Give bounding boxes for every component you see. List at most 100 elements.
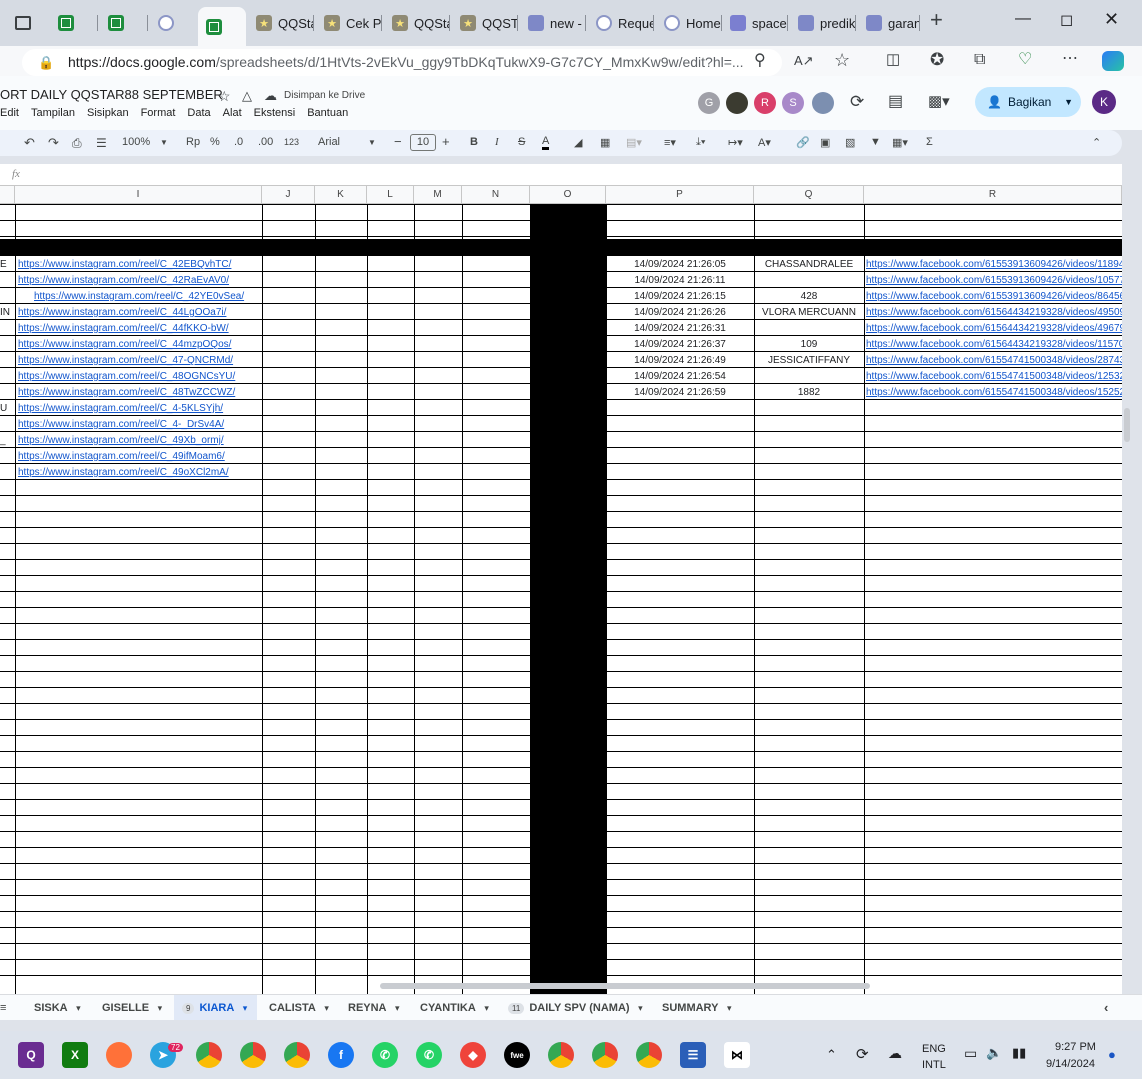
instagram-link-cell[interactable]: https://www.instagram.com/reel/C_47-QNCR… xyxy=(18,353,262,369)
timestamp-cell[interactable]: 14/09/2024 21:26:26 xyxy=(606,305,754,321)
timestamp-cell[interactable]: 14/09/2024 21:26:31 xyxy=(606,321,754,337)
browser-tab[interactable] xyxy=(150,7,196,39)
facebook-link-cell[interactable] xyxy=(866,417,1122,433)
timestamp-cell[interactable]: 14/09/2024 21:26:11 xyxy=(606,273,754,289)
bold-icon[interactable]: B xyxy=(470,136,478,148)
facebook-link-cell[interactable]: https://www.facebook.com/61553913609426/… xyxy=(866,273,1122,289)
sheet-tab[interactable]: 9 KIARA ▾ xyxy=(174,995,258,1020)
facebook-link-cell[interactable] xyxy=(866,465,1122,481)
merge-icon[interactable]: ▤▾ xyxy=(626,136,642,149)
facebook-link-cell[interactable]: https://www.facebook.com/61554741500348/… xyxy=(866,369,1122,385)
undo-icon[interactable]: ↶ xyxy=(24,135,35,151)
instagram-link-cell[interactable]: https://www.instagram.com/reel/C_49oXCl2… xyxy=(18,465,262,481)
menu-item[interactable]: Format xyxy=(141,107,176,119)
chrome-profile-z2-icon[interactable] xyxy=(284,1042,310,1068)
browser-tab[interactable]: ★ QQSta xyxy=(248,7,314,39)
column-header[interactable]: J xyxy=(262,186,315,204)
cell-edge-text[interactable]: IN xyxy=(0,305,15,321)
collaborator-avatar[interactable]: G xyxy=(698,92,720,114)
tab-actions-icon[interactable] xyxy=(15,16,31,30)
vertical-scrollbar[interactable] xyxy=(1124,408,1130,442)
chrome-profile-j-icon[interactable] xyxy=(196,1042,222,1068)
instagram-link-cell[interactable]: https://www.instagram.com/reel/C_42YE0vS… xyxy=(34,289,262,305)
instagram-link-cell[interactable]: https://www.instagram.com/reel/C_49ifMoa… xyxy=(18,449,262,465)
increase-decimal-button[interactable]: .00 xyxy=(258,136,273,148)
currency-button[interactable]: Rp xyxy=(186,136,200,148)
collaborator-avatar[interactable] xyxy=(812,92,834,114)
close-window-button[interactable]: ✕ xyxy=(1104,9,1119,30)
firefox-icon[interactable] xyxy=(106,1042,132,1068)
facebook-link-cell[interactable]: https://www.facebook.com/61564434219328/… xyxy=(866,321,1122,337)
decrease-decimal-button[interactable]: .0 xyxy=(234,136,243,148)
timestamp-cell[interactable] xyxy=(606,417,754,433)
timestamp-cell[interactable] xyxy=(606,465,754,481)
star-document-icon[interactable]: ☆ xyxy=(218,88,231,104)
name-cell[interactable] xyxy=(754,321,864,337)
formula-bar[interactable]: fx xyxy=(0,164,1122,186)
column-header[interactable]: K xyxy=(315,186,367,204)
network-icon[interactable]: ☁ xyxy=(888,1045,902,1062)
cell-edge-text[interactable] xyxy=(0,385,15,401)
column-header[interactable]: I xyxy=(15,186,262,204)
column-header[interactable]: O xyxy=(530,186,606,204)
borders-icon[interactable]: ▦ xyxy=(600,136,610,149)
cell-edge-text[interactable] xyxy=(0,321,15,337)
cell-edge-text[interactable] xyxy=(0,289,15,305)
instagram-link-cell[interactable]: https://www.instagram.com/reel/C_44LgOOa… xyxy=(18,305,262,321)
menu-item[interactable]: Ekstensi xyxy=(254,107,296,119)
menu-item[interactable]: Data xyxy=(187,107,210,119)
user-avatar[interactable]: K xyxy=(1092,90,1116,114)
collaborator-avatar[interactable]: S xyxy=(782,92,804,114)
sync-icon[interactable]: ⟳ xyxy=(856,1045,869,1063)
meet-icon[interactable]: ▩▾ xyxy=(928,94,950,110)
collapse-toolbar-icon[interactable]: ⌃ xyxy=(1092,136,1101,149)
sheet-tab[interactable]: SUMMARY ▾ xyxy=(662,1002,731,1014)
cell-edge-text[interactable] xyxy=(0,369,15,385)
insert-chart-icon[interactable]: ▧ xyxy=(845,136,855,149)
facebook-link-cell[interactable] xyxy=(866,433,1122,449)
menu-item[interactable]: Bantuan xyxy=(307,107,348,119)
zoom-select[interactable]: 100% xyxy=(122,136,150,148)
menu-item[interactable]: Edit xyxy=(0,107,19,119)
functions-icon[interactable]: Σ xyxy=(926,136,933,148)
instagram-link-cell[interactable]: https://www.instagram.com/reel/C_49Xb_or… xyxy=(18,433,262,449)
cell-edge-text[interactable] xyxy=(0,273,15,289)
collections-icon[interactable]: ⧉ xyxy=(974,52,985,68)
maximize-button[interactable]: ◻ xyxy=(1060,10,1073,30)
anydesk-icon[interactable]: ◆ xyxy=(460,1042,486,1068)
name-cell[interactable] xyxy=(754,369,864,385)
redo-icon[interactable]: ↷ xyxy=(48,135,59,151)
app-icon-1[interactable]: Q xyxy=(18,1042,44,1068)
cell-edge-text[interactable] xyxy=(0,417,15,433)
whatsapp-icon[interactable]: ✆ xyxy=(372,1042,398,1068)
browser-tab[interactable]: ★ QQST/ xyxy=(452,7,518,39)
cell-edge-text[interactable]: E xyxy=(0,257,15,273)
spreadsheet-grid[interactable]: IJKLMNOPQR Ehttps://www.instagram.com/re… xyxy=(0,186,1122,994)
capcut-icon[interactable]: fwe xyxy=(504,1042,530,1068)
new-tab-button[interactable]: + xyxy=(930,9,943,31)
browser-tab[interactable]: new - xyxy=(520,7,586,39)
name-cell[interactable] xyxy=(754,465,864,481)
comments-icon[interactable]: ▤ xyxy=(888,94,903,110)
xbox-icon[interactable]: X xyxy=(62,1042,88,1068)
collaborator-avatar[interactable]: R xyxy=(754,92,776,114)
instagram-link-cell[interactable]: https://www.instagram.com/reel/C_4-5KLSY… xyxy=(18,401,262,417)
name-cell[interactable] xyxy=(754,401,864,417)
font-size-decrease[interactable]: − xyxy=(394,134,402,149)
sheet-tab-menu-icon[interactable]: ▾ xyxy=(724,1003,732,1013)
zoom-dropdown-icon[interactable]: ▼ xyxy=(160,138,168,147)
notepad-icon[interactable]: ☰ xyxy=(680,1042,706,1068)
insert-comment-icon[interactable]: ▣ xyxy=(820,136,830,149)
browser-tab[interactable]: ★ QQSta xyxy=(384,7,450,39)
volume-icon[interactable]: 🔈 xyxy=(986,1045,1002,1061)
timestamp-cell[interactable]: 14/09/2024 21:26:37 xyxy=(606,337,754,353)
browser-tab[interactable]: space xyxy=(722,7,788,39)
chrome-icon[interactable] xyxy=(636,1042,662,1068)
copilot-icon[interactable] xyxy=(1102,51,1124,71)
instagram-link-cell[interactable]: https://www.instagram.com/reel/C_48TwZCC… xyxy=(18,385,262,401)
timestamp-cell[interactable]: 14/09/2024 21:26:54 xyxy=(606,369,754,385)
name-cell[interactable] xyxy=(754,449,864,465)
notification-bell-icon[interactable]: ● xyxy=(1108,1047,1116,1062)
read-aloud-icon[interactable]: A↗ xyxy=(794,53,814,69)
chrome-profile-photo-icon[interactable] xyxy=(592,1042,618,1068)
